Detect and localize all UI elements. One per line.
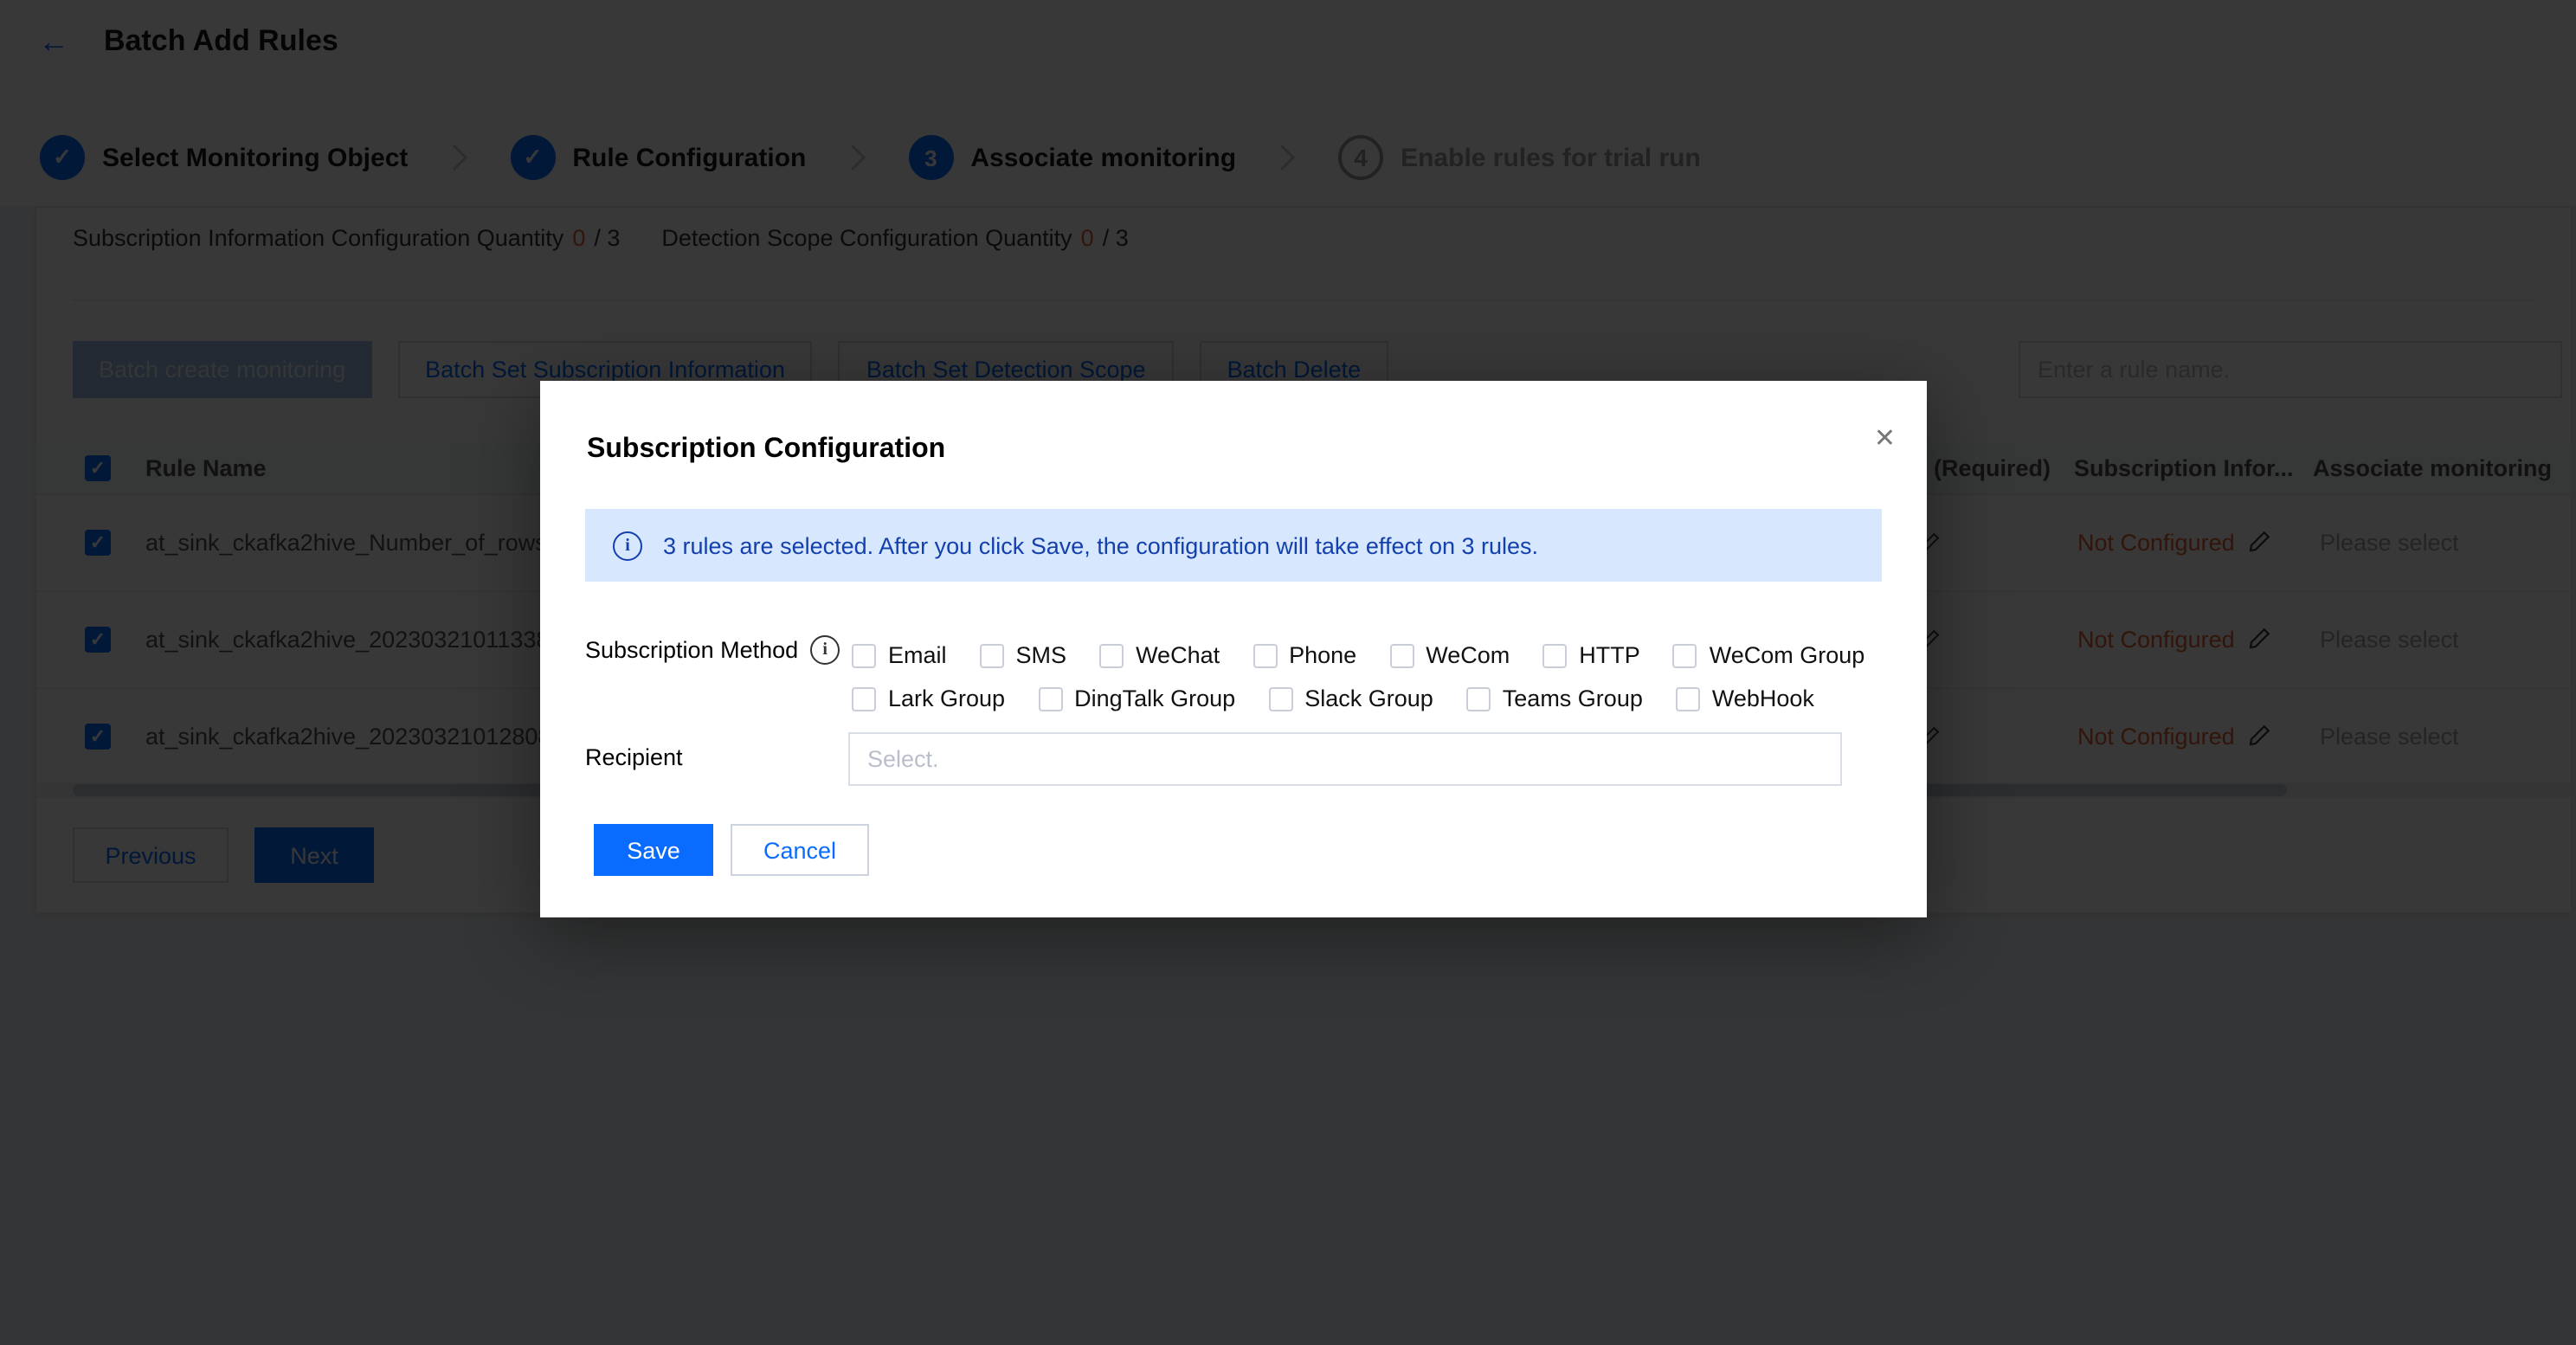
subscription-configuration-modal: Subscription Configuration ✕ i 3 rules a…: [540, 381, 1927, 917]
checkbox-phone[interactable]: Phone: [1253, 642, 1356, 668]
checkbox-label: WeChat: [1136, 642, 1220, 668]
subscription-method-options: Email SMS WeChat Phone WeCom HTTP WeCom …: [852, 634, 1864, 720]
checkbox-icon: [1389, 643, 1414, 667]
checkbox-label: Teams Group: [1503, 685, 1643, 711]
checkbox-dingtalk-group[interactable]: DingTalk Group: [1038, 685, 1235, 711]
info-icon: i: [613, 531, 642, 560]
checkbox-teams-group[interactable]: Teams Group: [1466, 685, 1643, 711]
cancel-button[interactable]: Cancel: [731, 824, 869, 876]
modal-buttons: Save Cancel: [594, 824, 869, 876]
checkbox-label: Phone: [1289, 642, 1356, 668]
checkbox-wecom[interactable]: WeCom: [1389, 642, 1510, 668]
modal-title: Subscription Configuration: [587, 434, 945, 466]
app-root: ← Batch Add Rules ✓ Select Monitoring Ob…: [0, 0, 2576, 1345]
checkbox-icon: [1673, 643, 1697, 667]
checkbox-webhook[interactable]: WebHook: [1676, 685, 1814, 711]
checkbox-slack-group[interactable]: Slack Group: [1268, 685, 1433, 711]
checkbox-sms[interactable]: SMS: [980, 642, 1067, 668]
checkbox-http[interactable]: HTTP: [1542, 642, 1640, 668]
subscription-method-label: Subscription Method i: [585, 635, 840, 665]
checkbox-icon: [1038, 686, 1062, 711]
save-button[interactable]: Save: [594, 824, 713, 876]
method-row-1: Email SMS WeChat Phone WeCom HTTP WeCom …: [852, 634, 1864, 677]
checkbox-label: SMS: [1016, 642, 1067, 668]
recipient-label: Recipient: [585, 744, 683, 770]
checkbox-icon: [852, 686, 876, 711]
checkbox-label: Lark Group: [888, 685, 1005, 711]
checkbox-email[interactable]: Email: [852, 642, 947, 668]
checkbox-wechat[interactable]: WeChat: [1099, 642, 1220, 668]
checkbox-icon: [1676, 686, 1700, 711]
checkbox-icon: [1099, 643, 1124, 667]
checkbox-label: WeCom Group: [1710, 642, 1865, 668]
subscription-method-label-text: Subscription Method: [585, 637, 798, 663]
checkbox-lark-group[interactable]: Lark Group: [852, 685, 1005, 711]
recipient-label-text: Recipient: [585, 744, 683, 770]
checkbox-icon: [980, 643, 1004, 667]
close-icon[interactable]: ✕: [1874, 426, 1896, 452]
checkbox-label: Email: [888, 642, 947, 668]
checkbox-icon: [1268, 686, 1292, 711]
checkbox-icon: [1253, 643, 1277, 667]
checkbox-label: WeCom: [1426, 642, 1510, 668]
checkbox-label: WebHook: [1712, 685, 1814, 711]
checkbox-label: Slack Group: [1304, 685, 1433, 711]
recipient-select-input[interactable]: [848, 732, 1842, 786]
checkbox-icon: [1542, 643, 1567, 667]
checkbox-icon: [852, 643, 876, 667]
info-banner: i 3 rules are selected. After you click …: [585, 509, 1882, 582]
checkbox-label: HTTP: [1579, 642, 1640, 668]
checkbox-label: DingTalk Group: [1074, 685, 1235, 711]
info-banner-text: 3 rules are selected. After you click Sa…: [663, 532, 1538, 558]
checkbox-wecom-group[interactable]: WeCom Group: [1673, 642, 1865, 668]
method-row-2: Lark Group DingTalk Group Slack Group Te…: [852, 677, 1864, 720]
info-icon[interactable]: i: [810, 635, 840, 665]
checkbox-icon: [1466, 686, 1491, 711]
